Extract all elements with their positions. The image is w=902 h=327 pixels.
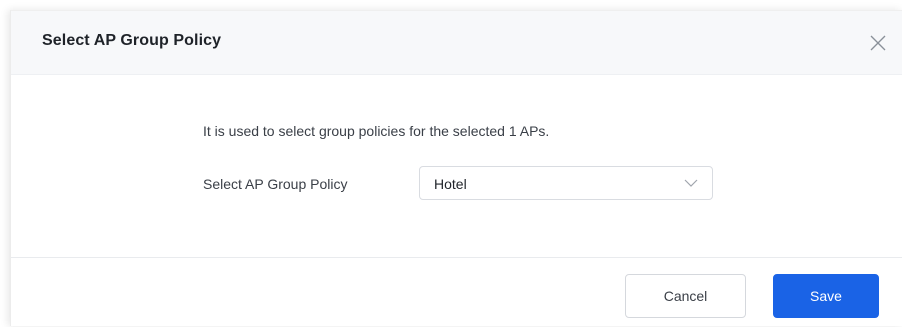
close-icon <box>870 35 886 51</box>
select-ap-group-policy-dialog: Select AP Group Policy It is used to sel… <box>10 10 902 326</box>
dialog-footer: Cancel Save <box>11 257 902 327</box>
close-button[interactable] <box>866 31 890 55</box>
save-button[interactable]: Save <box>773 274 879 318</box>
cancel-button[interactable]: Cancel <box>625 274 746 318</box>
dialog-title: Select AP Group Policy <box>42 32 222 49</box>
chevron-down-icon <box>684 179 698 187</box>
description-text: It is used to select group policies for … <box>203 123 550 139</box>
dialog-header: Select AP Group Policy <box>11 11 902 75</box>
group-policy-select[interactable]: Hotel <box>419 166 713 200</box>
group-policy-label: Select AP Group Policy <box>203 176 348 192</box>
dialog-body: It is used to select group policies for … <box>11 75 902 257</box>
select-value: Hotel <box>434 176 467 192</box>
